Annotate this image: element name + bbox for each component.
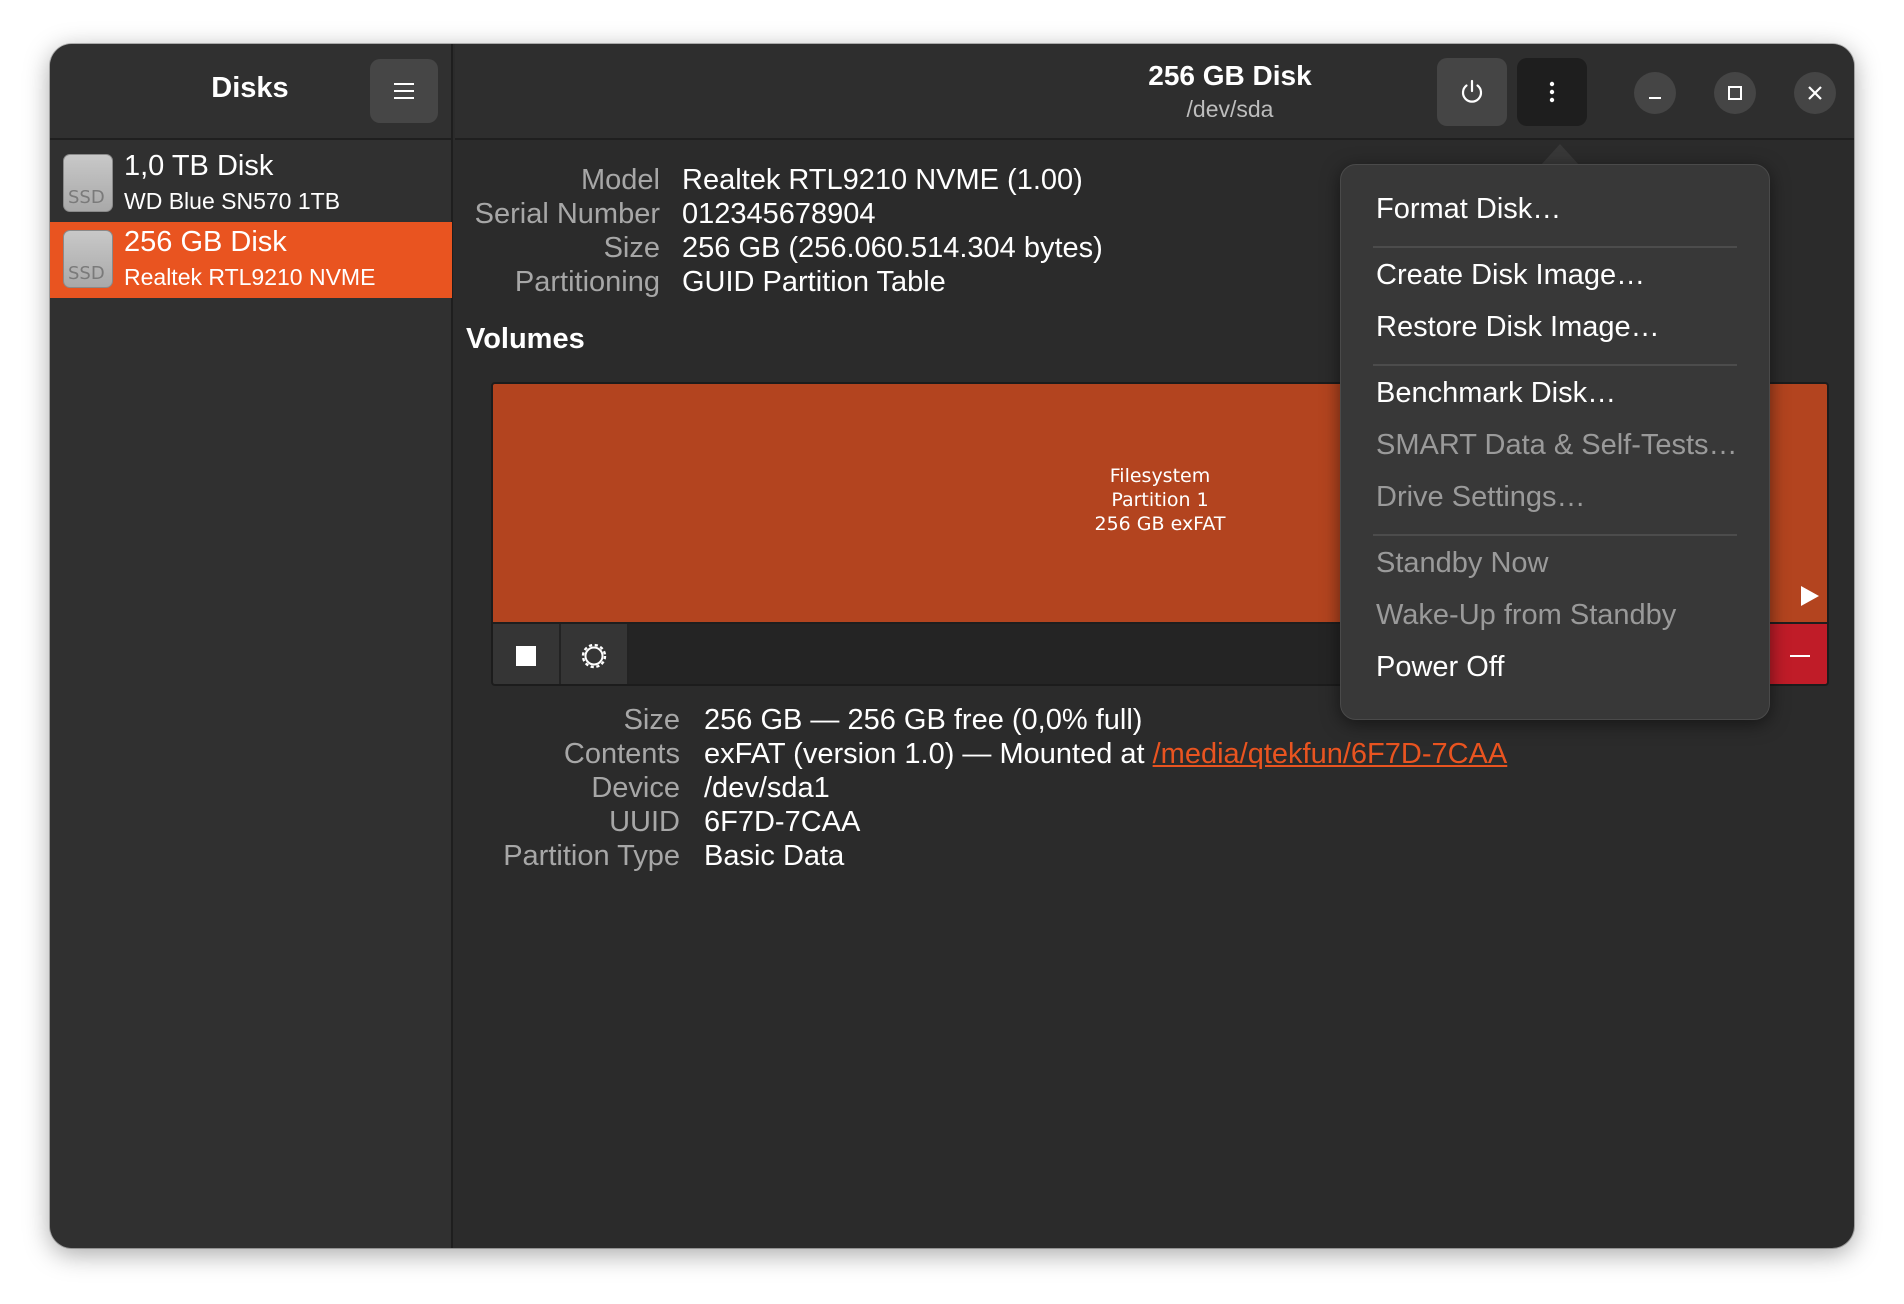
more-vertical-icon	[1549, 81, 1555, 103]
disk-name: 256 GB Disk	[124, 226, 287, 258]
minimize-button[interactable]	[1634, 72, 1676, 114]
unmount-button[interactable]	[493, 624, 561, 684]
menu-item-format-disk[interactable]: Format Disk…	[1376, 193, 1561, 226]
close-icon	[1808, 86, 1822, 100]
disk-item-1tb[interactable]: SSD 1,0 TB Disk WD Blue SN570 1TB	[50, 146, 452, 222]
drive-options-menu: Format Disk… Create Disk Image… Restore …	[1340, 164, 1770, 720]
volume-size-value: 256 GB — 256 GB free (0,0% full)	[704, 704, 1143, 736]
size-value: 256 GB (256.060.514.304 bytes)	[682, 232, 1103, 264]
contents-label: Contents	[563, 738, 680, 770]
mount-path-link[interactable]: /media/qtekfun/6F7D-7CAA	[1153, 738, 1508, 770]
stop-icon	[516, 646, 536, 666]
header-bar: 256 GB Disk /dev/sda	[455, 44, 1854, 140]
size-label: Size	[603, 232, 660, 264]
menu-item-create-disk-image[interactable]: Create Disk Image…	[1376, 259, 1645, 292]
menu-item-smart-data[interactable]: SMART Data & Self-Tests…	[1376, 429, 1738, 462]
model-value: Realtek RTL9210 NVME (1.00)	[682, 164, 1083, 196]
gear-icon	[581, 643, 607, 669]
drive-options-button[interactable]	[1517, 58, 1587, 126]
partition-type-label: Partition Type	[503, 840, 680, 872]
device-label: Device	[591, 772, 680, 804]
menu-separator	[1373, 246, 1737, 248]
serial-label: Serial Number	[474, 198, 660, 230]
menu-item-power-off[interactable]: Power Off	[1376, 651, 1504, 684]
device-value: /dev/sda1	[704, 772, 830, 804]
play-icon	[1801, 586, 1819, 606]
partition-settings-button[interactable]	[561, 624, 629, 684]
disk-item-256gb[interactable]: SSD 256 GB Disk Realtek RTL9210 NVME	[50, 222, 452, 298]
volume-size-label: Size	[623, 704, 680, 736]
volumes-heading: Volumes	[466, 323, 585, 355]
sidebar-header: Disks	[50, 44, 451, 140]
partitioning-label: Partitioning	[514, 266, 660, 298]
menu-item-benchmark-disk[interactable]: Benchmark Disk…	[1376, 377, 1616, 410]
disks-window: Disks SSD 1,0 TB Disk WD Blue SN570 1TB …	[50, 44, 1854, 1248]
hamburger-icon	[394, 83, 414, 99]
uuid-label: UUID	[609, 806, 680, 838]
serial-value: 012345678904	[682, 198, 876, 230]
ssd-drive-icon: SSD	[63, 230, 113, 288]
menu-arrow	[1540, 144, 1580, 166]
power-off-button[interactable]	[1437, 58, 1507, 126]
model-label: Model	[581, 164, 660, 196]
partitioning-value: GUID Partition Table	[682, 266, 946, 298]
maximize-icon	[1728, 86, 1742, 100]
disk-name: 1,0 TB Disk	[124, 150, 274, 182]
menu-separator	[1373, 364, 1737, 366]
main-menu-button[interactable]	[370, 59, 438, 123]
partition-type-value: Basic Data	[704, 840, 845, 872]
disk-title: 256 GB Disk	[1148, 60, 1312, 91]
menu-item-drive-settings[interactable]: Drive Settings…	[1376, 481, 1586, 514]
close-button[interactable]	[1794, 72, 1836, 114]
uuid-value: 6F7D-7CAA	[704, 806, 861, 838]
disk-model: Realtek RTL9210 NVME	[124, 264, 376, 290]
menu-item-standby-now[interactable]: Standby Now	[1376, 547, 1549, 580]
ssd-drive-icon: SSD	[63, 154, 113, 212]
maximize-button[interactable]	[1714, 72, 1756, 114]
contents-value: exFAT (version 1.0) — Mounted at /media/…	[704, 738, 1508, 770]
disk-device-path: /dev/sda	[1186, 96, 1274, 122]
menu-separator	[1373, 534, 1737, 536]
menu-item-restore-disk-image[interactable]: Restore Disk Image…	[1376, 311, 1660, 344]
power-icon	[1461, 79, 1483, 103]
menu-item-wake-up[interactable]: Wake-Up from Standby	[1376, 599, 1676, 632]
disk-model: WD Blue SN570 1TB	[124, 188, 341, 214]
delete-partition-button[interactable]	[1769, 624, 1827, 684]
minimize-icon	[1649, 97, 1661, 99]
minus-icon	[1790, 655, 1810, 657]
sidebar: Disks SSD 1,0 TB Disk WD Blue SN570 1TB …	[50, 44, 453, 1248]
